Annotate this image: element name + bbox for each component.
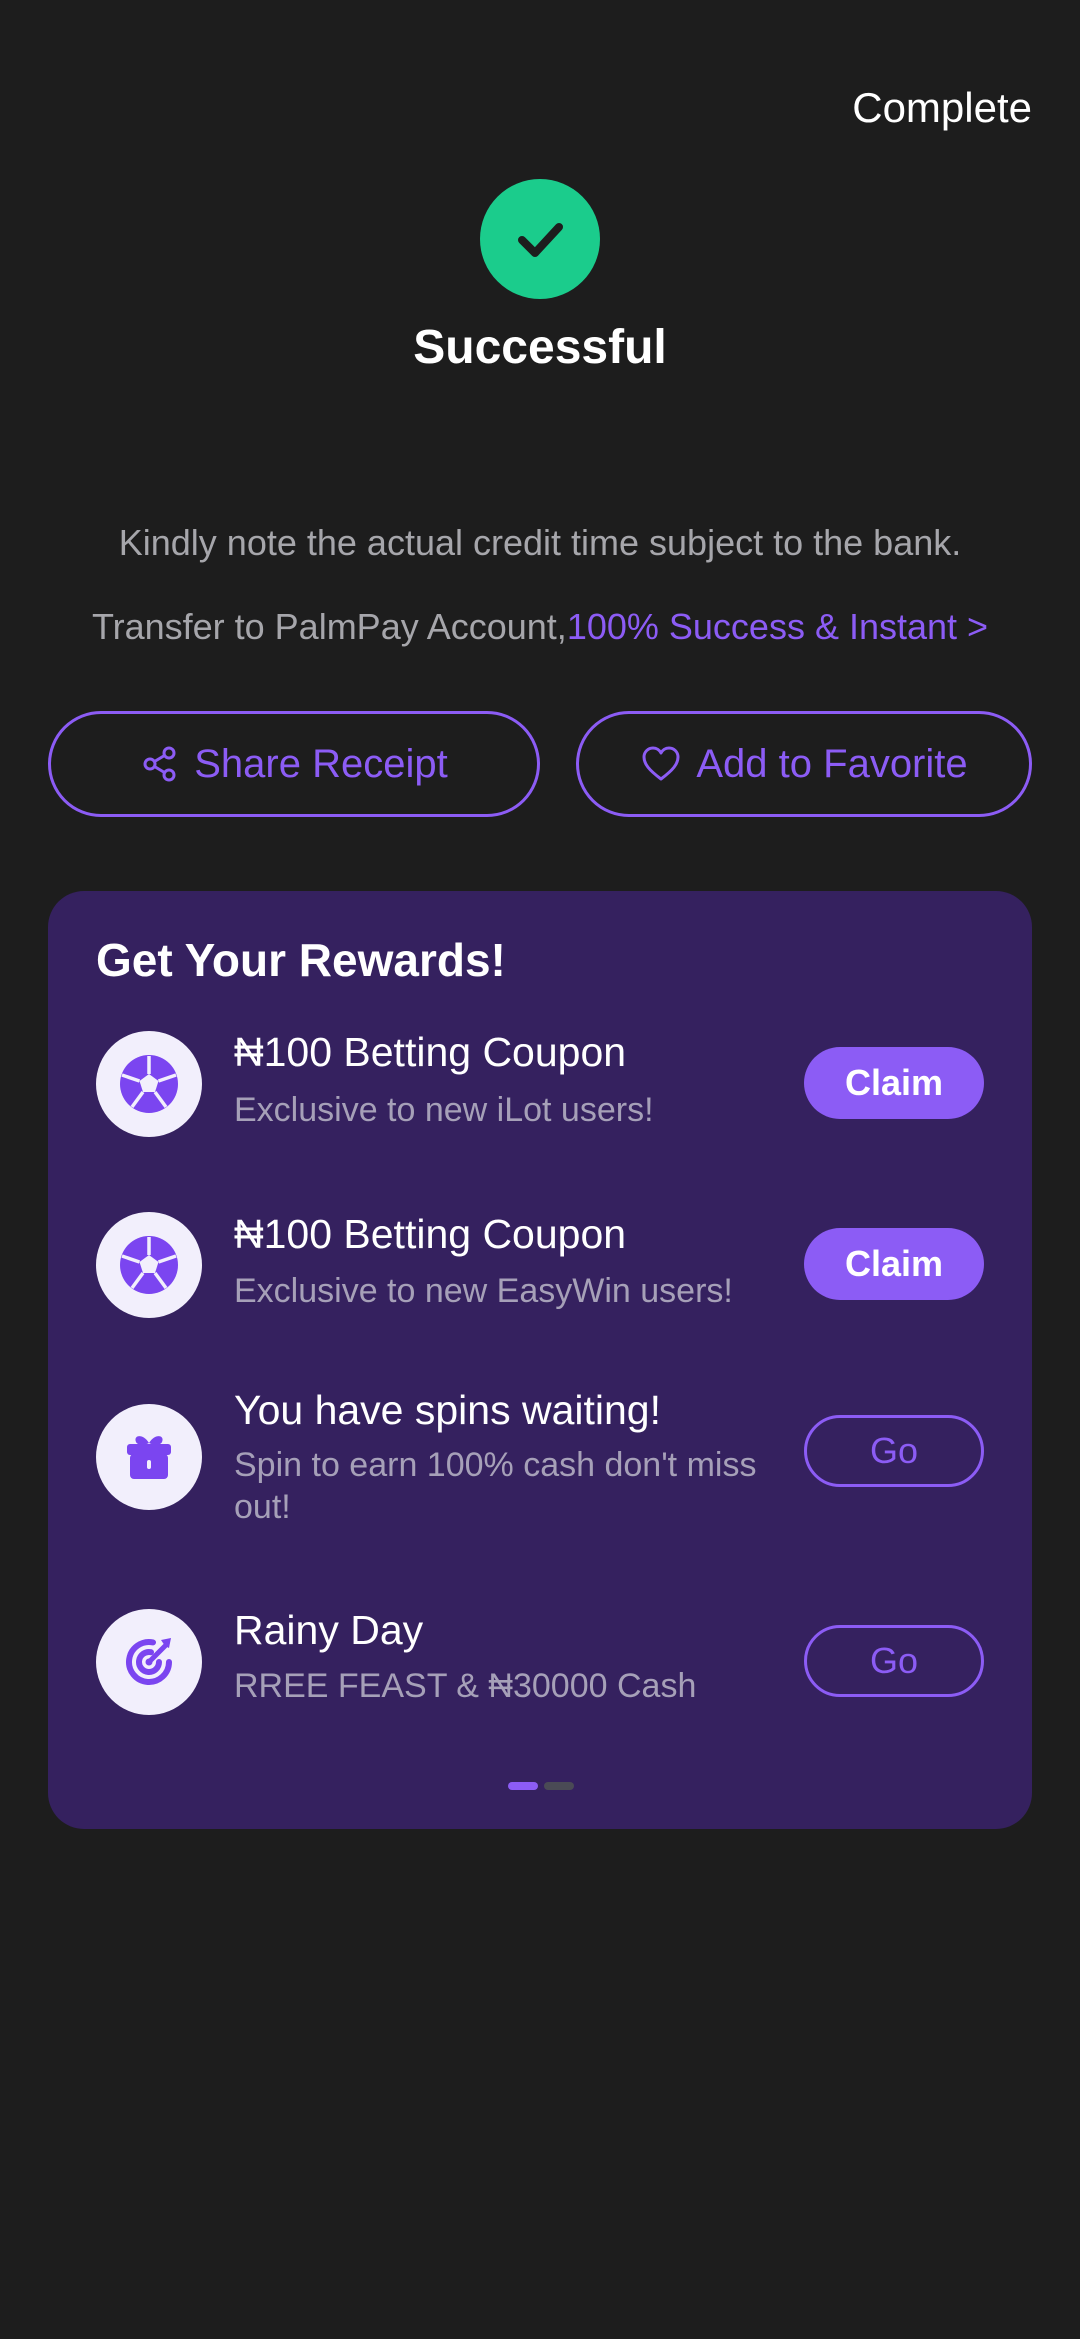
share-icon bbox=[140, 744, 180, 784]
gift-icon bbox=[96, 1404, 202, 1510]
carousel-pagination bbox=[508, 1782, 574, 1790]
rewards-title: Get Your Rewards! bbox=[96, 934, 506, 986]
reward-subtitle: Spin to earn 100% cash don't miss out! bbox=[234, 1446, 757, 1526]
reward-item: ₦100 Betting Coupon Exclusive to new iLo… bbox=[96, 1029, 984, 1139]
add-to-favorite-label: Add to Favorite bbox=[696, 741, 968, 786]
reward-subtitle: Exclusive to new iLot users! bbox=[234, 1091, 654, 1129]
soccer-ball-icon bbox=[96, 1212, 202, 1318]
claim-button[interactable]: Claim bbox=[804, 1047, 984, 1119]
success-check-icon bbox=[480, 179, 600, 299]
heart-icon bbox=[640, 744, 682, 784]
reward-title: ₦100 Betting Coupon bbox=[234, 1211, 627, 1257]
complete-button[interactable]: Complete bbox=[852, 84, 1032, 132]
reward-item: Rainy Day RREE FEAST & ₦30000 Cash Go bbox=[96, 1607, 984, 1717]
reward-title: Rainy Day bbox=[234, 1607, 424, 1653]
reward-subtitle: RREE FEAST & ₦30000 Cash bbox=[234, 1667, 697, 1705]
transfer-promo: Transfer to PalmPay Account,100% Success… bbox=[0, 606, 1080, 648]
reward-title: You have spins waiting! bbox=[234, 1387, 661, 1433]
share-receipt-button[interactable]: Share Receipt bbox=[48, 711, 540, 817]
transfer-prefix: Transfer to PalmPay Account, bbox=[91, 606, 567, 647]
claim-button[interactable]: Claim bbox=[804, 1228, 984, 1300]
add-to-favorite-button[interactable]: Add to Favorite bbox=[576, 711, 1032, 817]
pagination-dot bbox=[544, 1782, 574, 1790]
reward-title: ₦100 Betting Coupon bbox=[234, 1029, 627, 1075]
reward-item: You have spins waiting! Spin to earn 100… bbox=[96, 1387, 984, 1527]
share-receipt-label: Share Receipt bbox=[194, 741, 448, 786]
go-button[interactable]: Go bbox=[804, 1415, 984, 1487]
soccer-ball-icon bbox=[96, 1031, 202, 1137]
pagination-dot-active bbox=[508, 1782, 538, 1790]
reward-item: ₦100 Betting Coupon Exclusive to new Eas… bbox=[96, 1209, 984, 1319]
rewards-card: Get Your Rewards! ₦100 Betting Coupon Ex… bbox=[48, 891, 1032, 1829]
reward-subtitle: Exclusive to new EasyWin users! bbox=[234, 1272, 733, 1310]
transfer-link[interactable]: 100% Success & Instant > bbox=[567, 606, 988, 647]
target-icon bbox=[96, 1609, 202, 1715]
go-button[interactable]: Go bbox=[804, 1625, 984, 1697]
credit-time-note: Kindly note the actual credit time subje… bbox=[118, 522, 962, 563]
status-title: Successful bbox=[413, 321, 667, 374]
